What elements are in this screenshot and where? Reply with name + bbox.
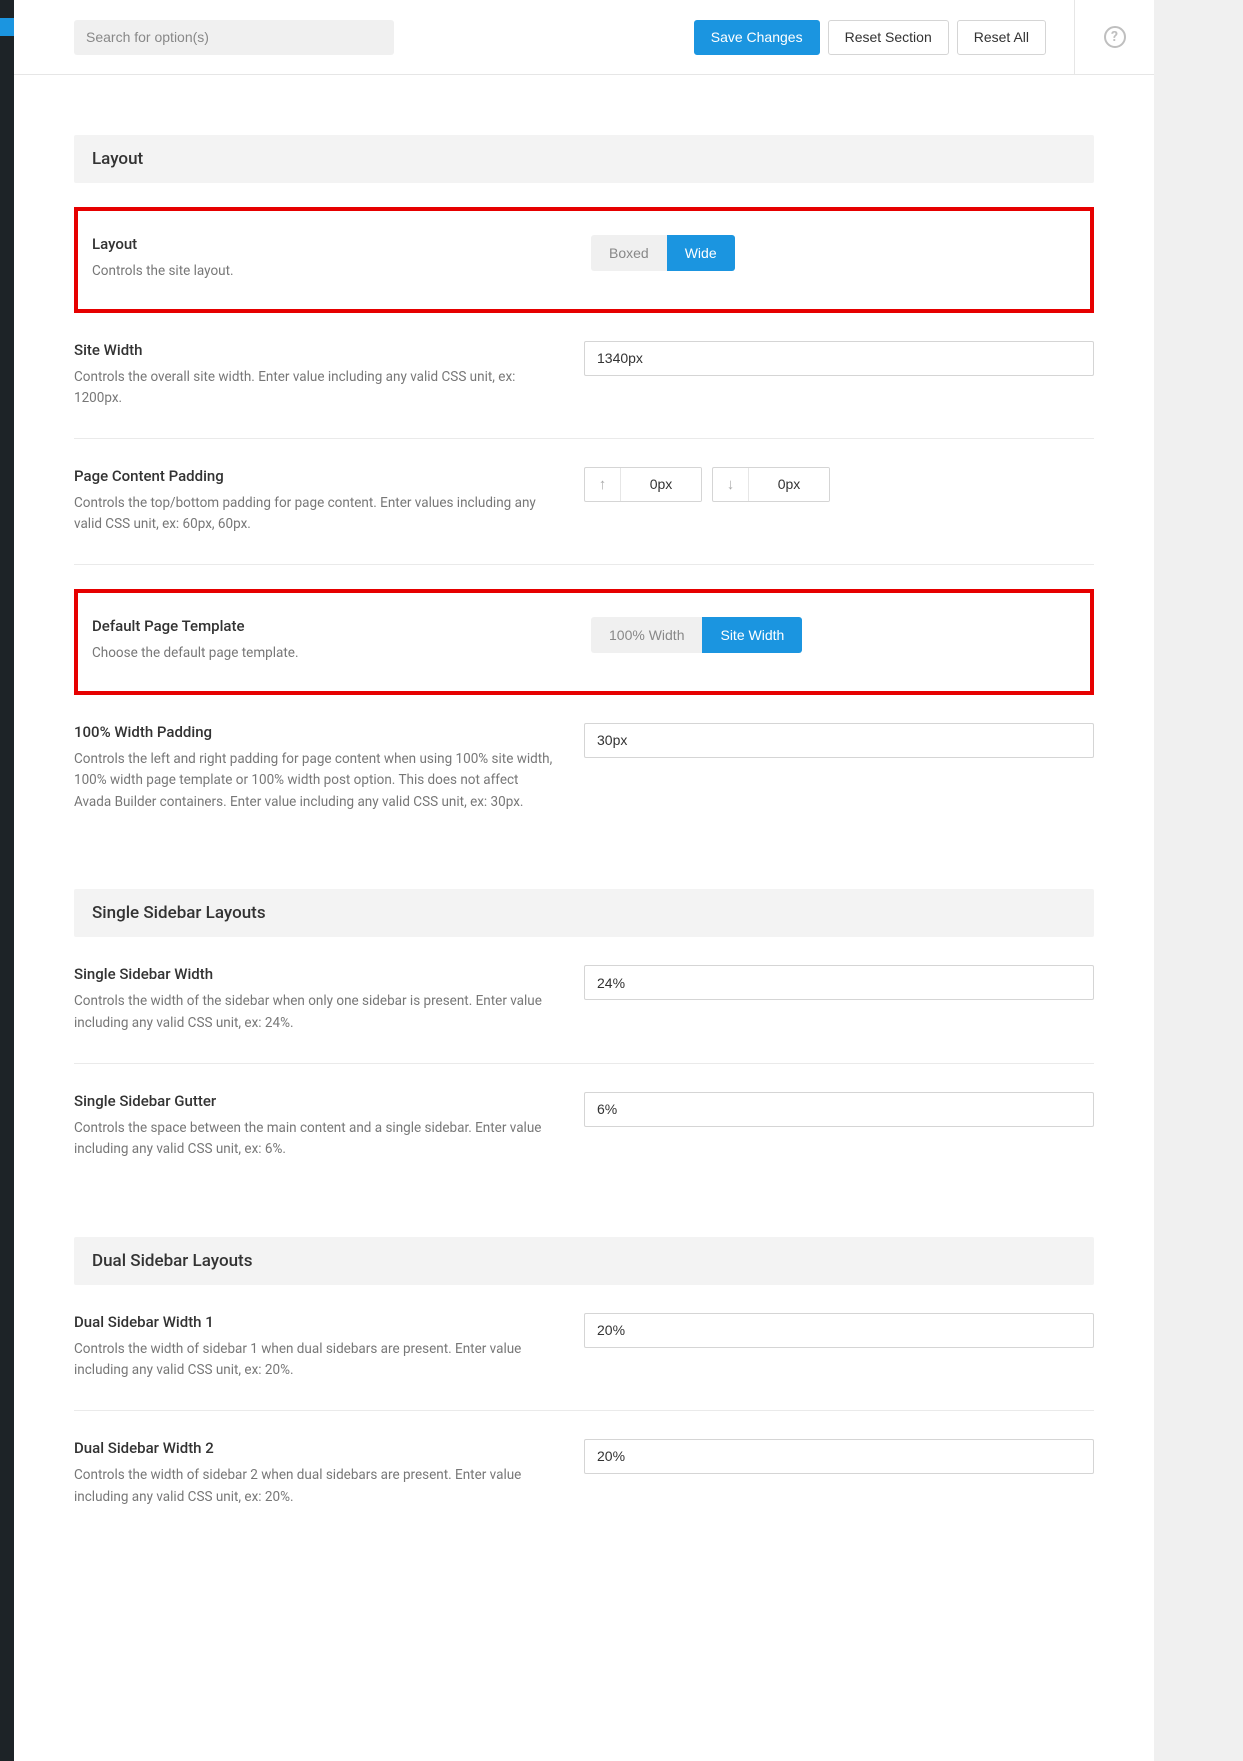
site-width-title: Site Width (74, 341, 554, 359)
dual-width2-desc: Controls the width of sidebar 2 when dua… (74, 1465, 554, 1508)
site-width-input[interactable] (584, 341, 1094, 376)
page-padding-desc: Controls the top/bottom padding for page… (74, 493, 554, 536)
template-100-button[interactable]: 100% Width (591, 617, 702, 653)
arrow-down-icon: ↓ (713, 468, 749, 501)
full-padding-input[interactable] (584, 723, 1094, 758)
dual-width2-title: Dual Sidebar Width 2 (74, 1439, 554, 1457)
layout-wide-button[interactable]: Wide (667, 235, 735, 271)
full-padding-title: 100% Width Padding (74, 723, 554, 741)
layout-boxed-button[interactable]: Boxed (591, 235, 667, 271)
single-width-title: Single Sidebar Width (74, 965, 554, 983)
section-header-dual-sidebar: Dual Sidebar Layouts (74, 1237, 1094, 1285)
site-width-desc: Controls the overall site width. Enter v… (74, 367, 554, 410)
padding-bottom-wrap: ↓ (712, 467, 830, 502)
content-area: Layout Layout Controls the site layout. … (14, 75, 1154, 1576)
highlight-default-template: Default Page Template Choose the default… (74, 589, 1094, 695)
dual-width2-input[interactable] (584, 1439, 1094, 1474)
layout-desc: Controls the site layout. (92, 261, 561, 283)
search-input[interactable] (74, 20, 394, 55)
reset-section-button[interactable]: Reset Section (828, 20, 949, 55)
template-toggle: 100% Width Site Width (591, 617, 802, 653)
single-gutter-title: Single Sidebar Gutter (74, 1092, 554, 1110)
highlight-layout: Layout Controls the site layout. Boxed W… (74, 207, 1094, 313)
page-padding-title: Page Content Padding (74, 467, 554, 485)
admin-sidebar-rail (0, 0, 14, 1761)
section-header-layout: Layout (74, 135, 1094, 183)
save-changes-button[interactable]: Save Changes (694, 20, 820, 55)
default-template-desc: Choose the default page template. (92, 643, 561, 665)
topbar: Save Changes Reset Section Reset All ? (14, 0, 1154, 75)
arrow-up-icon: ↑ (585, 468, 621, 501)
dual-width1-title: Dual Sidebar Width 1 (74, 1313, 554, 1331)
dual-width1-desc: Controls the width of sidebar 1 when dua… (74, 1339, 554, 1382)
help-icon[interactable]: ? (1104, 26, 1126, 48)
active-menu-notch (0, 18, 14, 36)
padding-top-input[interactable] (621, 468, 701, 501)
options-panel: Save Changes Reset Section Reset All ? L… (14, 0, 1154, 1761)
single-gutter-desc: Controls the space between the main cont… (74, 1118, 554, 1161)
padding-top-wrap: ↑ (584, 467, 702, 502)
template-site-button[interactable]: Site Width (702, 617, 802, 653)
single-gutter-input[interactable] (584, 1092, 1094, 1127)
layout-title: Layout (92, 235, 561, 253)
layout-toggle: Boxed Wide (591, 235, 735, 271)
dual-width1-input[interactable] (584, 1313, 1094, 1348)
padding-bottom-input[interactable] (749, 468, 829, 501)
default-template-title: Default Page Template (92, 617, 561, 635)
single-width-desc: Controls the width of the sidebar when o… (74, 991, 554, 1034)
reset-all-button[interactable]: Reset All (957, 20, 1046, 55)
help-area: ? (1074, 0, 1154, 75)
full-padding-desc: Controls the left and right padding for … (74, 749, 554, 814)
right-gap (1154, 0, 1243, 1761)
section-header-single-sidebar: Single Sidebar Layouts (74, 889, 1094, 937)
single-width-input[interactable] (584, 965, 1094, 1000)
